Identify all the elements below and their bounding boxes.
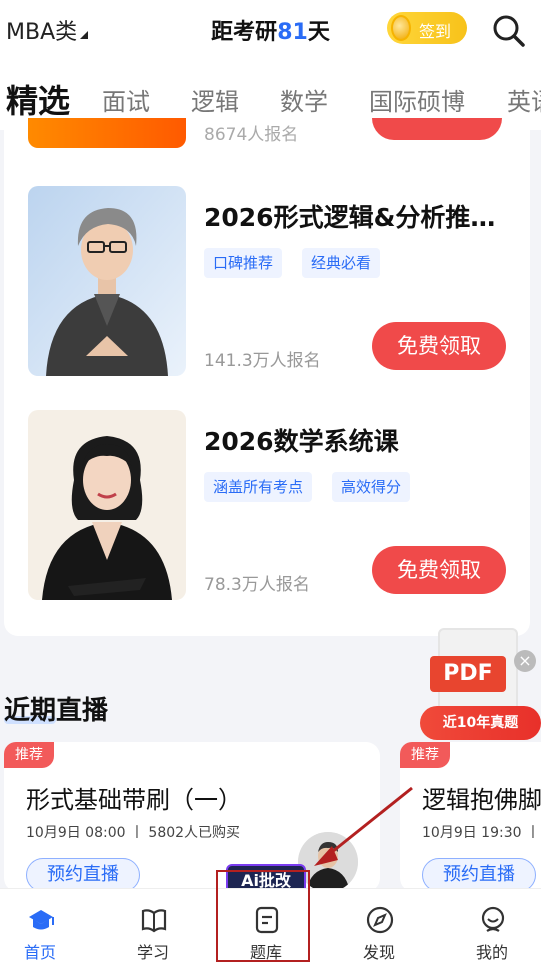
book-icon — [141, 909, 167, 933]
live-meta: 10月9日 08:00 丨 5802人已购买 — [26, 825, 241, 841]
annotation-highlight-box — [216, 870, 310, 962]
profile-icon — [481, 906, 505, 932]
nav-label: 发现 — [362, 943, 395, 962]
course-title: 2026形式逻辑&分析推理系统课 — [204, 203, 504, 232]
live-title: 逻辑抱佛脚 — [422, 786, 541, 814]
course-tag: 涵盖所有考点 — [204, 472, 313, 502]
live-title: 形式基础带刷（一） — [26, 786, 242, 814]
close-icon[interactable]: × — [514, 650, 536, 672]
teacher-photo — [28, 186, 186, 376]
nav-study[interactable]: 学习 — [103, 889, 203, 962]
checkin-label: 签到 — [419, 22, 452, 41]
teacher-photo — [28, 410, 186, 600]
recommend-badge: 推荐 — [400, 742, 450, 768]
course-enroll-count: 78.3万人报名 — [204, 575, 310, 595]
top-bar: MBA类 距考研81天 签到 — [0, 0, 541, 60]
course-item[interactable]: 2026形式逻辑&分析推理系统课 口碑推荐 经典必看 141.3万人报名 免费领… — [28, 186, 528, 376]
compass-icon — [366, 906, 394, 934]
course-tag: 口碑推荐 — [204, 248, 283, 278]
course-enroll-count: 141.3万人报名 — [204, 351, 321, 371]
coin-icon — [391, 15, 411, 41]
live-section-title: 近期直播 — [4, 696, 109, 726]
nav-label: 我的 — [475, 943, 508, 962]
nav-discover[interactable]: 发现 — [329, 889, 429, 962]
live-card[interactable]: 推荐 逻辑抱佛脚 10月9日 19:30 丨 预约直播 — [400, 742, 541, 892]
recommend-badge: 推荐 — [4, 742, 54, 768]
course-title: 2026数学系统课 — [204, 427, 399, 456]
tab-math[interactable]: 数学 — [280, 82, 328, 117]
tab-interview[interactable]: 面试 — [102, 82, 150, 117]
nav-label: 首页 — [23, 943, 56, 962]
course-tag: 高效得分 — [332, 472, 411, 502]
search-icon[interactable] — [490, 12, 526, 48]
reserve-live-button[interactable]: 预约直播 — [422, 858, 536, 892]
previous-course-claim-button[interactable] — [372, 118, 502, 140]
claim-free-button[interactable]: 免费领取 — [372, 546, 506, 594]
checkin-button[interactable]: 签到 — [387, 12, 467, 44]
countdown-prefix: 距考研 — [211, 20, 278, 45]
reserve-live-button[interactable]: 预约直播 — [26, 858, 140, 892]
previous-course-enroll: 8674人报名 — [204, 125, 299, 145]
countdown-days: 81 — [277, 20, 308, 45]
live-meta: 10月9日 19:30 丨 — [422, 825, 540, 841]
nav-label: 学习 — [136, 943, 169, 962]
course-tag: 经典必看 — [302, 248, 381, 278]
tab-english[interactable]: 英语 — [507, 82, 541, 117]
tab-international[interactable]: 国际硕博 — [369, 82, 465, 117]
tab-logic[interactable]: 逻辑 — [191, 82, 239, 117]
past-papers-float[interactable]: PDF 近10年真题 × — [420, 626, 541, 744]
course-item[interactable]: 2026数学系统课 涵盖所有考点 高效得分 78.3万人报名 免费领取 — [28, 410, 528, 600]
previous-course-thumbnail[interactable] — [28, 118, 186, 148]
claim-free-button[interactable]: 免费领取 — [372, 322, 506, 370]
home-icon — [29, 910, 54, 930]
nav-home[interactable]: 首页 — [0, 889, 90, 962]
past-papers-label: 近10年真题 — [420, 706, 541, 740]
course-card-list: 8674人报名 2026形式逻辑&分析推理 口碑推荐 经典必看 141.3万人报… — [4, 118, 530, 636]
nav-profile[interactable]: 我的 — [442, 889, 541, 962]
pdf-badge: PDF — [430, 656, 506, 692]
tab-featured[interactable]: 精选 — [6, 76, 70, 122]
countdown-suffix: 天 — [307, 20, 330, 45]
